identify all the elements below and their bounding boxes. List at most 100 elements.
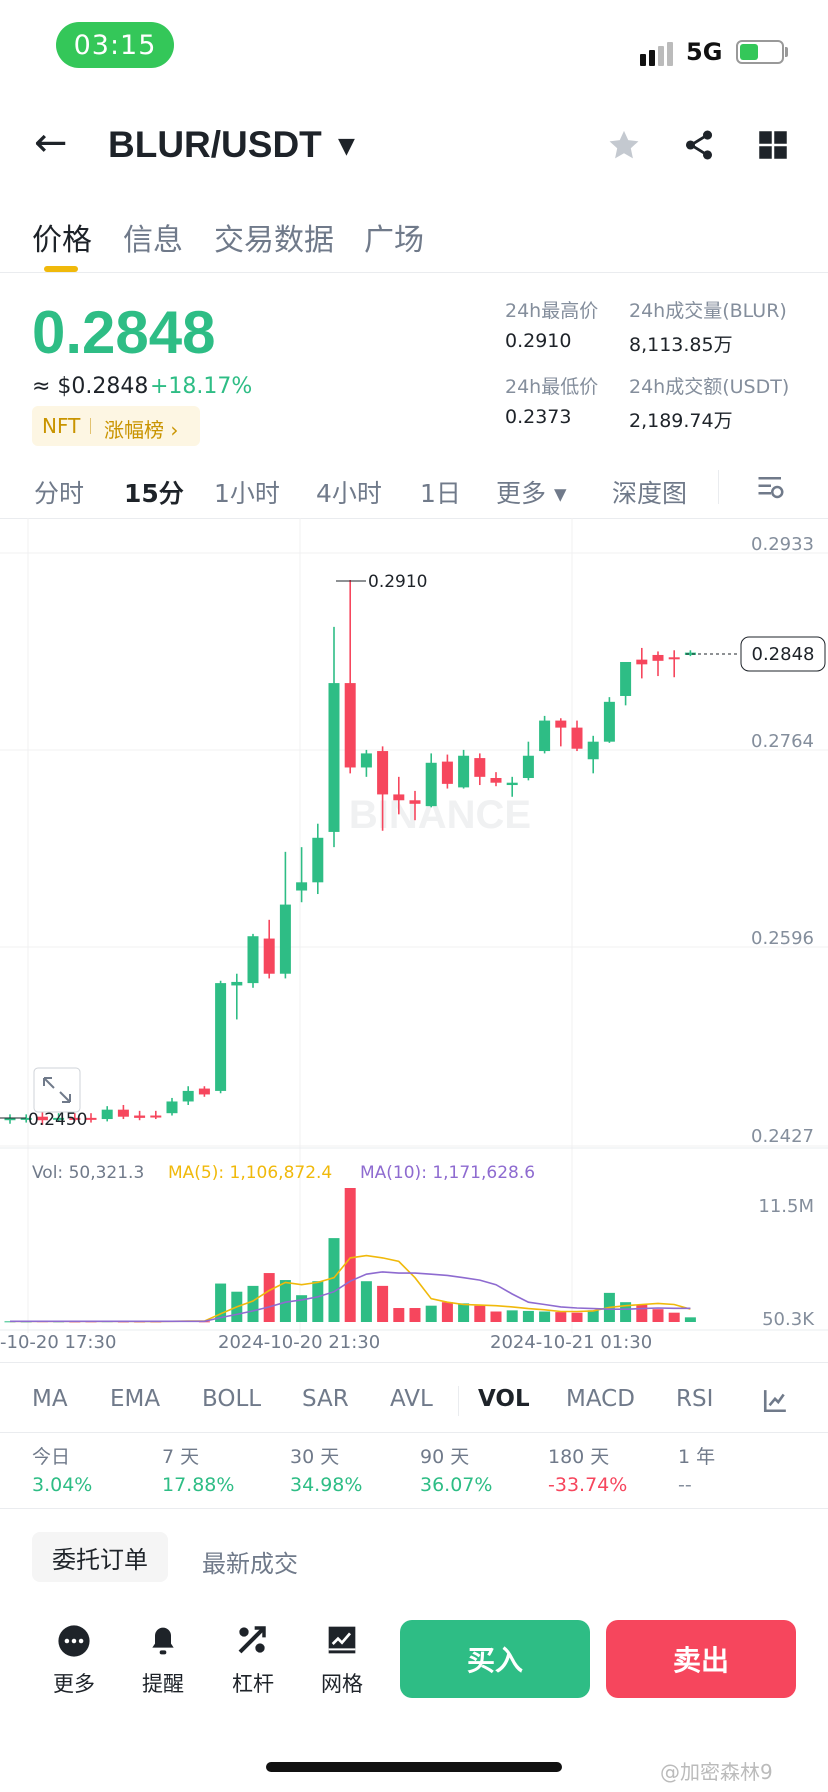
interval-1h[interactable]: 1小时 — [214, 474, 280, 510]
candle-body — [441, 761, 453, 784]
volume-bar — [652, 1309, 664, 1322]
low-value: 0.2373 — [505, 406, 572, 428]
perf-30d-value: 34.98% — [290, 1474, 363, 1496]
leverage-icon[interactable] — [236, 1624, 268, 1656]
volume-bar — [328, 1238, 340, 1322]
volume-bar — [393, 1308, 405, 1322]
high-annotation: 0.2910 — [368, 572, 427, 592]
more-icon[interactable] — [57, 1624, 91, 1658]
indicator-rsi[interactable]: RSI — [676, 1386, 716, 1412]
candle-body — [636, 659, 648, 665]
volume-bar — [506, 1310, 518, 1322]
indicator-ma[interactable]: MA — [32, 1386, 68, 1412]
candle-body — [506, 782, 518, 786]
candle-body — [587, 741, 599, 760]
candle-body — [522, 755, 534, 779]
kline-chart[interactable]: BINANCE 0.2933 0.2764 0.2596 0.2427 0.29… — [0, 518, 828, 1333]
indicator-macd[interactable]: MACD — [566, 1386, 635, 1412]
tab-trading-data[interactable]: 交易数据 — [214, 215, 334, 259]
candle-body — [571, 727, 583, 749]
candle-body — [393, 794, 405, 801]
perf-90d-value: 36.07% — [420, 1474, 493, 1496]
alert-label[interactable]: 提醒 — [142, 1668, 184, 1698]
vol-y-tick-2: 50.3K — [762, 1309, 815, 1330]
tab-info[interactable]: 信息 — [123, 215, 183, 259]
tag-nft[interactable]: NFT — [42, 414, 80, 438]
tabs-divider — [0, 272, 828, 273]
candle-body — [247, 936, 259, 984]
volume-bar — [684, 1317, 696, 1322]
tab-open-orders[interactable]: 委托订单 — [32, 1532, 168, 1582]
interval-more[interactable]: 更多 ▾ — [496, 474, 567, 510]
candle-body — [603, 701, 615, 742]
candle-body — [620, 661, 632, 696]
battery-icon — [736, 40, 784, 64]
pair-dropdown-icon[interactable]: ▼ — [338, 134, 355, 159]
signal-icon — [640, 42, 673, 66]
star-icon[interactable] — [607, 128, 641, 162]
tab-latest-trades[interactable]: 最新成交 — [202, 1544, 298, 1579]
indicator-vol[interactable]: VOL — [478, 1386, 530, 1412]
high-label: 24h最高价 — [505, 300, 599, 322]
y-tick-1: 0.2933 — [751, 534, 814, 555]
candle-body — [182, 1090, 194, 1102]
low-label: 24h最低价 — [505, 376, 599, 398]
volume-bar — [571, 1312, 583, 1322]
volume-bar — [636, 1304, 648, 1322]
y-tick-2: 0.2764 — [751, 731, 814, 752]
more-label[interactable]: 更多 — [53, 1668, 95, 1698]
volume-bar — [441, 1302, 453, 1322]
expand-chart-button[interactable] — [33, 1067, 81, 1113]
volume-bar — [312, 1281, 324, 1322]
grid-menu-icon[interactable] — [758, 130, 788, 160]
candle-body — [312, 837, 324, 883]
tab-square[interactable]: 广场 — [364, 215, 424, 259]
interval-15m[interactable]: 15分 — [124, 474, 184, 510]
indicator-ema[interactable]: EMA — [110, 1386, 160, 1412]
tag-gainers[interactable]: 涨幅榜 › — [104, 414, 178, 443]
tab-price[interactable]: 价格 — [32, 215, 92, 259]
volume-bar — [668, 1312, 680, 1322]
x-tick-1: -10-20 17:30 — [0, 1332, 117, 1353]
perf-30d-label: 30 天 — [290, 1446, 340, 1468]
back-arrow-icon[interactable]: ← — [34, 120, 68, 166]
candle-body — [166, 1101, 178, 1114]
grid-trading-icon[interactable] — [326, 1624, 358, 1656]
vol-y-tick-1: 11.5M — [758, 1196, 814, 1217]
vol-blur-label: 24h成交量(BLUR) — [629, 300, 787, 322]
volume-bar — [425, 1305, 437, 1322]
buy-button[interactable]: 买入 — [400, 1620, 590, 1698]
candle-body — [458, 755, 470, 788]
x-tick-2: 2024-10-20 21:30 — [218, 1332, 381, 1353]
current-price-label: 0.2848 — [752, 644, 815, 665]
y-tick-4: 0.2427 — [751, 1126, 814, 1147]
indicator-chart-icon[interactable] — [762, 1388, 788, 1414]
perf-7d-label: 7 天 — [162, 1446, 200, 1468]
interval-depth[interactable]: 深度图 — [612, 474, 687, 510]
candle-body — [231, 981, 243, 986]
sell-button[interactable]: 卖出 — [606, 1620, 796, 1698]
indicator-avl[interactable]: AVL — [390, 1386, 433, 1412]
volume-bar — [409, 1308, 421, 1322]
perf-1y-label: 1 年 — [678, 1446, 716, 1468]
indicator-boll[interactable]: BOLL — [202, 1386, 261, 1412]
candle-body — [539, 720, 551, 752]
interval-1d[interactable]: 1日 — [420, 474, 461, 510]
y-tick-3: 0.2596 — [751, 928, 814, 949]
network-type: 5G — [686, 38, 723, 66]
volume-bar — [344, 1188, 356, 1322]
perf-1y-value: -- — [678, 1474, 692, 1496]
chart-settings-icon[interactable] — [756, 472, 786, 502]
grid-label[interactable]: 网格 — [321, 1668, 363, 1698]
chart-watermark: BINANCE — [349, 793, 531, 837]
vol-ma5: MA(5): 1,106,872.4 — [168, 1163, 332, 1183]
pair-title[interactable]: BLUR/USDT — [108, 124, 322, 166]
share-icon[interactable] — [682, 128, 716, 162]
indicator-sar[interactable]: SAR — [302, 1386, 349, 1412]
interval-4h[interactable]: 4小时 — [316, 474, 382, 510]
perf-7d-value: 17.88% — [162, 1474, 235, 1496]
candles-group — [4, 579, 696, 1125]
bell-icon[interactable] — [147, 1624, 179, 1658]
leverage-label[interactable]: 杠杆 — [232, 1668, 274, 1698]
interval-line[interactable]: 分时 — [34, 474, 84, 510]
